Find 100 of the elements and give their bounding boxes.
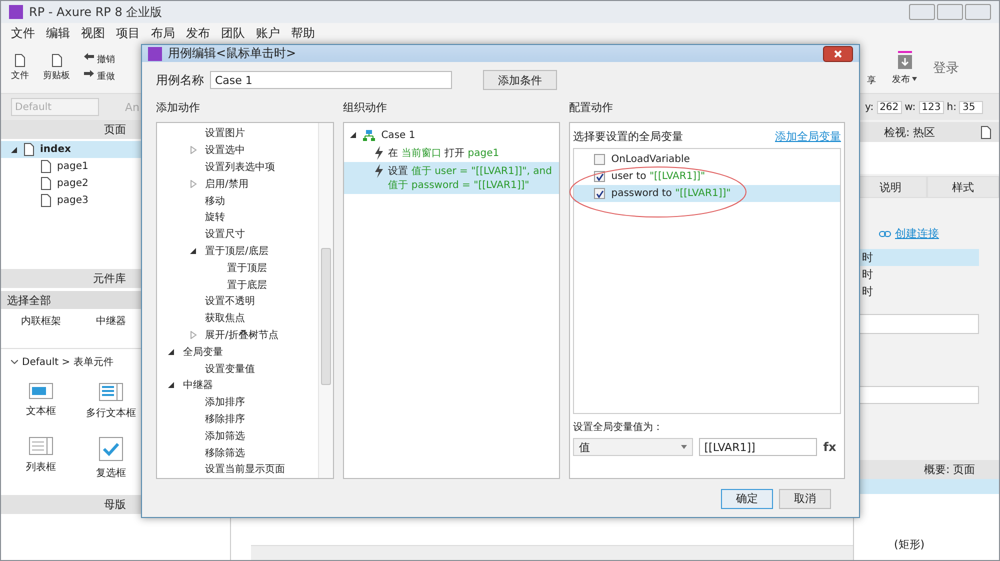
action-item[interactable]: 设置变量值: [205, 362, 255, 376]
action-item[interactable]: 移动: [205, 194, 225, 208]
redo-icon: [84, 70, 94, 77]
page-icon: [41, 177, 51, 190]
action-item[interactable]: 移除筛选: [205, 446, 245, 460]
section-title: 配置动作: [569, 100, 614, 116]
expanded-arrow-icon[interactable]: [350, 131, 358, 139]
file-button[interactable]: 文件: [11, 69, 29, 82]
action-item[interactable]: 添加筛选: [205, 428, 245, 443]
menu-item[interactable]: 项目: [116, 24, 140, 42]
menu-item[interactable]: 发布: [186, 24, 210, 42]
close-button[interactable]: [823, 46, 853, 62]
add-variable-link[interactable]: 添加全局变量: [775, 129, 841, 144]
page-item[interactable]: index: [40, 144, 71, 155]
value-field[interactable]: [[LVAR1]]: [699, 438, 818, 456]
action-item[interactable]: 展开/折叠树节点: [205, 328, 278, 342]
checkbox-icon: [99, 437, 123, 461]
window-title: RP - Axure RP 8 企业版: [29, 4, 162, 20]
widget-label[interactable]: 文本框: [26, 404, 56, 418]
collapsed-arrow-icon[interactable]: [190, 146, 196, 154]
library-group[interactable]: Default > 表单元件: [22, 355, 114, 369]
caret-icon: [681, 445, 688, 449]
variables-prompt: 选择要设置的全局变量: [573, 129, 684, 144]
menu-item[interactable]: 文件: [11, 24, 35, 42]
action-item[interactable]: 中继器: [183, 378, 213, 392]
checkbox[interactable]: [594, 154, 606, 165]
geometry-field[interactable]: 262: [876, 100, 902, 114]
undo-button[interactable]: 撤销: [97, 53, 115, 66]
clipboard-button[interactable]: 剪贴板: [43, 69, 70, 82]
app-logo-icon: [9, 5, 23, 19]
menu-item[interactable]: 帮助: [291, 24, 315, 42]
ok-button[interactable]: 确定: [721, 488, 773, 509]
inspector-tab[interactable]: 样式: [926, 176, 999, 198]
geometry-field[interactable]: 123: [918, 100, 944, 114]
action-item[interactable]: 设置尺寸: [205, 227, 245, 242]
file-icon: [15, 54, 25, 67]
menu-item[interactable]: 账户: [256, 24, 280, 42]
expanded-arrow-icon[interactable]: [190, 246, 196, 255]
scrollbar[interactable]: [251, 545, 853, 560]
widget-label[interactable]: 多行文本框: [86, 406, 136, 420]
menu-item[interactable]: 编辑: [46, 24, 70, 42]
menu-item[interactable]: 视图: [81, 24, 105, 42]
action-item[interactable]: 设置图片: [205, 126, 245, 140]
action-item[interactable]: 设置选中: [205, 143, 245, 158]
scrollbar[interactable]: [318, 123, 334, 478]
case-tree-icon: [363, 130, 376, 140]
publish-button[interactable]: 发布: [892, 72, 910, 86]
page-icon: [41, 160, 51, 173]
cancel-button[interactable]: 取消: [779, 488, 831, 509]
collapsed-arrow-icon[interactable]: [190, 330, 196, 339]
page-item[interactable]: page2: [57, 178, 88, 189]
widget-label[interactable]: 列表框: [26, 460, 56, 474]
chevron-down-icon: [11, 360, 18, 364]
case-label[interactable]: Case 1: [381, 130, 416, 140]
widget-label[interactable]: 中继器: [96, 314, 126, 328]
action-item[interactable]: 移除排序: [205, 412, 245, 426]
collapsed-arrow-icon[interactable]: [190, 180, 196, 188]
action-item[interactable]: 启用/禁用: [205, 176, 248, 191]
expanded-arrow-icon[interactable]: [11, 146, 18, 154]
action-item[interactable]: 置于顶层: [227, 260, 267, 275]
download-icon: [896, 50, 914, 70]
fx-button[interactable]: fx: [823, 440, 836, 454]
page-item[interactable]: page3: [57, 195, 88, 206]
action-item[interactable]: 旋转: [205, 210, 225, 224]
expanded-arrow-icon[interactable]: [168, 381, 174, 390]
geometry-label: w:: [904, 102, 916, 112]
page-item[interactable]: page1: [57, 161, 88, 172]
inspector-title: 检视: 热区: [884, 124, 936, 140]
link-icon: [879, 230, 891, 236]
action-text[interactable]: 在 当前窗口 打开 page1: [388, 146, 500, 160]
variable-item[interactable]: OnLoadVariable: [611, 154, 690, 165]
action-item[interactable]: 全局变量: [183, 344, 223, 359]
caret-icon: [912, 77, 917, 81]
action-item[interactable]: 置于底层: [227, 278, 267, 292]
menu-item[interactable]: 团队: [221, 24, 245, 42]
maximize-button[interactable]: [937, 4, 963, 20]
widget-label[interactable]: 内联框架: [21, 314, 61, 328]
checkbox[interactable]: [594, 171, 606, 182]
expanded-arrow-icon[interactable]: [168, 348, 174, 356]
minimize-button[interactable]: [909, 4, 935, 20]
clipboard-icon: [52, 54, 62, 67]
action-item[interactable]: 获取焦点: [205, 311, 245, 326]
login-button[interactable]: 登录: [933, 59, 959, 77]
add-condition-button[interactable]: 添加条件: [483, 70, 557, 90]
action-item[interactable]: 添加排序: [205, 395, 245, 410]
case-name-field[interactable]: Case 1: [210, 71, 452, 89]
action-item[interactable]: 设置当前显示页面: [205, 462, 285, 476]
action-item[interactable]: 设置列表选中项: [205, 160, 275, 174]
menu-item[interactable]: 布局: [151, 24, 175, 42]
textarea-icon: [99, 383, 123, 401]
field-label: 设置全局变量值为：: [573, 420, 664, 434]
geometry-field[interactable]: 35: [959, 100, 984, 114]
action-item[interactable]: 置于顶层/底层: [205, 244, 268, 258]
value-type-dropdown[interactable]: 值: [573, 438, 694, 456]
outline-item[interactable]: (矩形): [894, 537, 925, 552]
share-button[interactable]: 享: [867, 74, 876, 86]
variable-item[interactable]: user to "[[LVAR1]]": [611, 171, 706, 182]
checkbox[interactable]: [594, 188, 606, 199]
redo-button[interactable]: 重做: [97, 70, 115, 83]
widget-label[interactable]: 复选框: [96, 466, 126, 480]
